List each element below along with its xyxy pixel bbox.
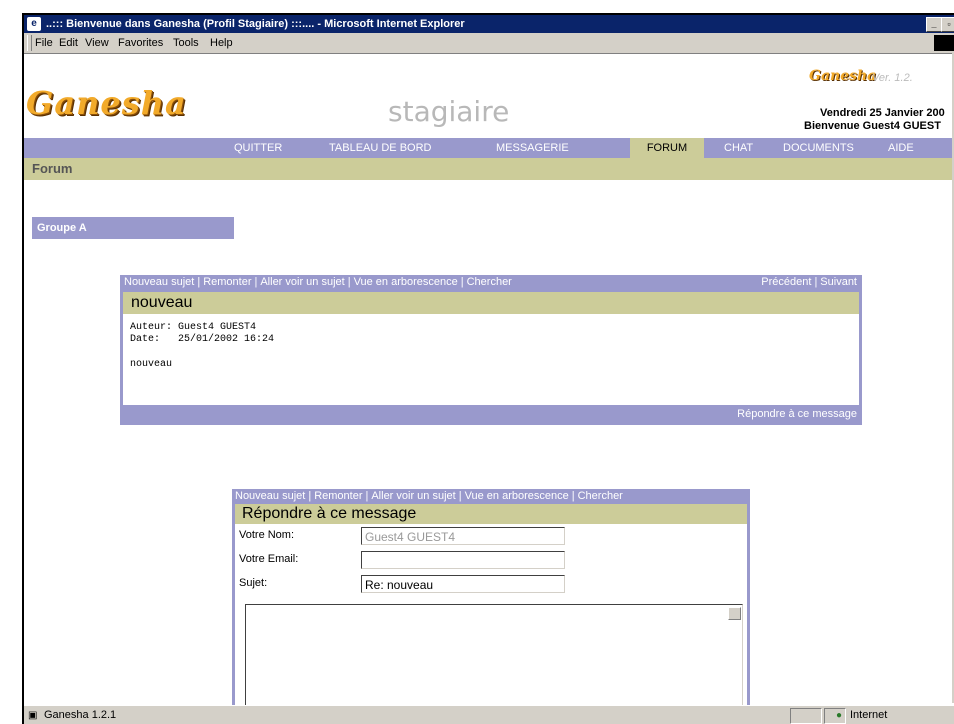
email-field[interactable] (361, 551, 565, 569)
link-suivant[interactable]: Suivant (820, 276, 857, 288)
message-body: Auteur: Guest4 GUEST4 Date: 25/01/2002 1… (123, 314, 859, 405)
globe-icon: ● (836, 710, 843, 721)
link-chercher[interactable]: Chercher (467, 276, 512, 288)
message-panel: Nouveau sujet | Remonter | Aller voir un suj… (120, 275, 862, 425)
browser-window: e ..::: Bienvenue dans Ganesha (Profil S… (22, 13, 954, 724)
nav-forum[interactable]: FORUM (630, 138, 704, 158)
message-textarea[interactable] (245, 604, 743, 706)
menu-help[interactable]: Help (210, 33, 233, 53)
status-bar: ▣ Ganesha 1.2.1 ● Internet (24, 705, 954, 724)
menu-file[interactable]: File (35, 33, 53, 53)
message-date: Date: 25/01/2002 16:24 (130, 334, 275, 345)
link-vue-arborescence[interactable]: Vue en arborescence (465, 490, 569, 502)
link-remonter[interactable]: Remonter (203, 276, 251, 288)
zone-text: Internet (850, 709, 888, 721)
link-nouveau-sujet[interactable]: Nouveau sujet (124, 276, 194, 288)
current-date: Vendredi 25 Janvier 200 (820, 107, 945, 119)
link-chercher[interactable]: Chercher (578, 490, 623, 502)
link-remonter[interactable]: Remonter (314, 490, 362, 502)
maximize-button[interactable]: ▫ (941, 17, 954, 32)
subject-label: Sujet: (239, 577, 268, 589)
link-vue-arborescence[interactable]: Vue en arborescence (354, 276, 458, 288)
reply-heading: Répondre à ce message (235, 504, 747, 524)
link-precedent[interactable]: Précédent (761, 276, 811, 288)
group-label: Groupe A (32, 217, 234, 239)
reply-panel: Nouveau sujet | Remonter | Aller voir un suj… (232, 489, 750, 706)
menu-bar: File Edit View Favorites Tools Help (24, 33, 954, 53)
ie-icon: e (27, 17, 41, 31)
nav-documents[interactable]: DOCUMENTS (783, 138, 854, 158)
ganesha-small-logo: Ganesha (809, 68, 877, 84)
page-icon: ▣ (28, 710, 38, 721)
page-viewport: Ganesha stagiaire Ganesha Ver. 1.2. Vend… (24, 53, 954, 706)
reply-form: Votre Nom: Guest4 GUEST4 Votre Email: Su… (235, 524, 747, 706)
welcome-text: Bienvenue Guest4 GUEST (804, 120, 941, 132)
name-field[interactable]: Guest4 GUEST4 (361, 527, 565, 545)
message-author: Auteur: Guest4 GUEST4 (130, 322, 257, 333)
nav-aide[interactable]: AIDE (888, 138, 914, 158)
window-title: ..::: Bienvenue dans Ganesha (Profil Sta… (46, 18, 465, 30)
link-aller-voir-sujet[interactable]: Aller voir un sujet (371, 490, 455, 502)
menu-favorites[interactable]: Favorites (118, 33, 163, 53)
nav-tableau-de-bord[interactable]: TABLEAU DE BORD (329, 138, 432, 158)
menu-tools[interactable]: Tools (173, 33, 199, 53)
main-nav: QUITTER TABLEAU DE BORD MESSAGERIE FORUM… (24, 138, 954, 158)
pager-links: Précédent | Suivant (761, 276, 857, 288)
section-title: Forum (32, 161, 73, 176)
forum-links-reply: Nouveau sujet | Remonter | Aller voir un suj… (235, 490, 623, 502)
message-text: nouveau (130, 359, 173, 370)
link-nouveau-sujet[interactable]: Nouveau sujet (235, 490, 305, 502)
email-label: Votre Email: (239, 553, 299, 565)
ganesha-logo: Ganesha (26, 84, 187, 122)
textarea-scrollbar[interactable] (728, 605, 742, 706)
section-bar: Forum (24, 158, 954, 180)
windows-logo-icon (934, 35, 954, 51)
link-aller-voir-sujet[interactable]: Aller voir un sujet (260, 276, 344, 288)
profile-role: stagiaire (388, 95, 510, 128)
menu-view[interactable]: View (85, 33, 109, 53)
scroll-up-button[interactable] (728, 607, 741, 620)
minimize-button[interactable]: _ (926, 17, 942, 32)
nav-chat[interactable]: CHAT (724, 138, 753, 158)
title-bar[interactable]: e ..::: Bienvenue dans Ganesha (Profil S… (24, 15, 954, 33)
status-text: Ganesha 1.2.1 (44, 709, 117, 721)
nav-quitter[interactable]: QUITTER (234, 138, 282, 158)
menu-edit[interactable]: Edit (59, 33, 78, 53)
toolbar-grip (27, 35, 32, 51)
message-subject: nouveau (123, 292, 859, 314)
forum-links: Nouveau sujet | Remonter | Aller voir un suj… (124, 276, 512, 288)
nav-messagerie[interactable]: MESSAGERIE (496, 138, 569, 158)
version-label: Ver. 1.2. (872, 72, 913, 84)
name-label: Votre Nom: (239, 529, 295, 541)
reply-link[interactable]: Répondre à ce message (737, 408, 857, 420)
subject-field[interactable]: Re: nouveau (361, 575, 565, 593)
